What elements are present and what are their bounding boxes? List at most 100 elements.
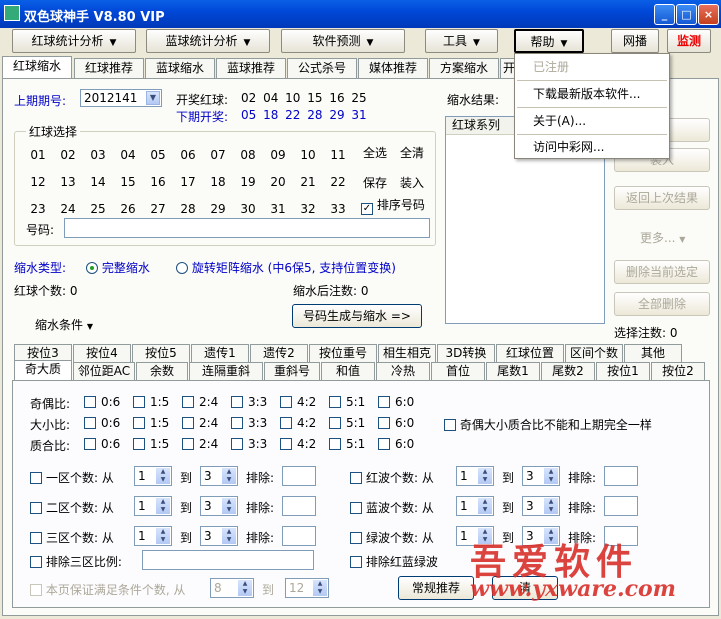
- red-number-30[interactable]: 30: [235, 202, 261, 216]
- ratio-checkbox-0-1[interactable]: 1:5: [133, 395, 169, 409]
- clear-all-button[interactable]: 全清: [400, 144, 424, 161]
- monitor-button[interactable]: 监测: [667, 29, 711, 53]
- red-number-28[interactable]: 28: [175, 202, 201, 216]
- ratio-checkbox-1-5[interactable]: 5:1: [329, 416, 365, 430]
- condition-tab-r2-4[interactable]: 重斜号: [264, 362, 320, 380]
- condition-tab-r1-4[interactable]: 遗传2: [250, 344, 308, 362]
- menu-item-about[interactable]: 关于(A)...: [516, 110, 668, 132]
- condition-tab-r1-10[interactable]: 其他: [624, 344, 682, 362]
- blue-wave-checkbox[interactable]: 蓝波个数: 从: [350, 499, 434, 516]
- red-number-03[interactable]: 03: [85, 148, 111, 162]
- red-number-12[interactable]: 12: [25, 175, 51, 189]
- ratio-checkbox-0-6[interactable]: 6:0: [378, 395, 414, 409]
- tools-menu[interactable]: 工具 ▼: [425, 29, 498, 53]
- red-number-32[interactable]: 32: [295, 202, 321, 216]
- ratio-checkbox-0-4[interactable]: 4:2: [280, 395, 316, 409]
- code-input[interactable]: [64, 218, 430, 238]
- blue-wave-exclude-input[interactable]: [604, 496, 638, 516]
- condition-tab-r2-9[interactable]: 尾数2: [541, 362, 595, 380]
- condition-tab-r1-5[interactable]: 按位重号: [309, 344, 377, 362]
- zone3-checkbox[interactable]: 三区个数: 从: [30, 529, 114, 546]
- help-menu[interactable]: 帮助 ▼: [514, 29, 584, 53]
- red-analysis-menu[interactable]: 红球统计分析 ▼: [12, 29, 136, 53]
- red-number-16[interactable]: 16: [145, 175, 171, 189]
- tab-plan-shrink[interactable]: 方案缩水: [429, 58, 499, 78]
- blue-wave-to-spinner[interactable]: 3 ▲ ▼: [522, 496, 560, 516]
- guarantee-to-spinner[interactable]: 12 ▲ ▼: [285, 578, 329, 598]
- sort-checkbox[interactable]: ✓ 排序号码: [361, 196, 425, 215]
- net-button[interactable]: 网播: [611, 29, 659, 53]
- zone2-checkbox[interactable]: 二区个数: 从: [30, 499, 114, 516]
- zone1-checkbox[interactable]: 一区个数: 从: [30, 469, 114, 486]
- close-button[interactable]: ×: [698, 4, 719, 25]
- zone1-exclude-input[interactable]: [282, 466, 316, 486]
- blue-wave-from-spinner[interactable]: 1 ▲ ▼: [456, 496, 494, 516]
- minimize-button[interactable]: _: [654, 4, 675, 25]
- red-wave-exclude-input[interactable]: [604, 466, 638, 486]
- condition-tab-r1-7[interactable]: 3D转换: [437, 344, 495, 362]
- ratio-checkbox-1-4[interactable]: 4:2: [280, 416, 316, 430]
- tab-red-shrink[interactable]: 红球缩水: [2, 56, 72, 78]
- zone3-to-spinner[interactable]: 3 ▲ ▼: [200, 526, 238, 546]
- red-number-09[interactable]: 09: [265, 148, 291, 162]
- red-number-04[interactable]: 04: [115, 148, 141, 162]
- ratio-checkbox-1-1[interactable]: 1:5: [133, 416, 169, 430]
- ratio-checkbox-1-0[interactable]: 0:6: [84, 416, 120, 430]
- rotate-shrink-radio[interactable]: 旋转矩阵缩水 (中6保5, 支持位置变换): [176, 259, 396, 276]
- blue-analysis-menu[interactable]: 蓝球统计分析 ▼: [146, 29, 270, 53]
- condition-tab-r1-2[interactable]: 按位5: [132, 344, 190, 362]
- condition-tab-r2-0[interactable]: 奇大质: [14, 360, 72, 380]
- zone3-from-spinner[interactable]: 1 ▲ ▼: [134, 526, 172, 546]
- red-number-11[interactable]: 11: [325, 148, 351, 162]
- ratio-checkbox-2-6[interactable]: 6:0: [378, 437, 414, 451]
- red-number-07[interactable]: 07: [205, 148, 231, 162]
- condition-tab-r2-10[interactable]: 按位1: [596, 362, 650, 380]
- tab-media-recommend[interactable]: 媒体推荐: [358, 58, 428, 78]
- zone3-exclude-input[interactable]: [282, 526, 316, 546]
- ratio-checkbox-1-6[interactable]: 6:0: [378, 416, 414, 430]
- red-number-21[interactable]: 21: [295, 175, 321, 189]
- red-wave-checkbox[interactable]: 红波个数: 从: [350, 469, 434, 486]
- ratio-checkbox-2-2[interactable]: 2:4: [182, 437, 218, 451]
- ratio-checkbox-2-3[interactable]: 3:3: [231, 437, 267, 451]
- red-number-01[interactable]: 01: [25, 148, 51, 162]
- tab-blue-shrink[interactable]: 蓝球缩水: [145, 58, 215, 78]
- ratio-checkbox-2-4[interactable]: 4:2: [280, 437, 316, 451]
- red-number-26[interactable]: 26: [115, 202, 141, 216]
- zone2-from-spinner[interactable]: 1 ▲ ▼: [134, 496, 172, 516]
- maximize-button[interactable]: □: [676, 4, 697, 25]
- condition-tab-r1-6[interactable]: 相生相克: [378, 344, 436, 362]
- ratio-checkbox-1-2[interactable]: 2:4: [182, 416, 218, 430]
- menu-item-registered[interactable]: 已注册: [516, 56, 668, 78]
- condition-tab-r2-5[interactable]: 和值: [321, 362, 375, 380]
- ratio-checkbox-0-3[interactable]: 3:3: [231, 395, 267, 409]
- red-number-19[interactable]: 19: [235, 175, 261, 189]
- guarantee-checkbox[interactable]: 本页保证满足条件个数, 从: [30, 581, 185, 598]
- period-select[interactable]: 2012141 ▼: [80, 89, 162, 107]
- ratio-checkbox-1-3[interactable]: 3:3: [231, 416, 267, 430]
- red-number-25[interactable]: 25: [85, 202, 111, 216]
- condition-tab-r1-3[interactable]: 遗传1: [191, 344, 249, 362]
- red-number-22[interactable]: 22: [325, 175, 351, 189]
- red-wave-from-spinner[interactable]: 1 ▲ ▼: [456, 466, 494, 486]
- red-number-02[interactable]: 02: [55, 148, 81, 162]
- zone1-from-spinner[interactable]: 1 ▲ ▼: [134, 466, 172, 486]
- generate-shrink-button[interactable]: 号码生成与缩水 =>: [292, 304, 422, 328]
- condition-tab-r2-2[interactable]: 余数: [136, 362, 188, 380]
- predict-menu[interactable]: 软件预测 ▼: [281, 29, 405, 53]
- condition-tab-r2-7[interactable]: 首位: [431, 362, 485, 380]
- red-number-29[interactable]: 29: [205, 202, 231, 216]
- condition-tab-r2-1[interactable]: 邻位距AC: [73, 362, 135, 380]
- delete-all-button[interactable]: 全部删除: [614, 292, 710, 316]
- red-wave-to-spinner[interactable]: 3 ▲ ▼: [522, 466, 560, 486]
- condition-tab-r1-9[interactable]: 区间个数: [565, 344, 623, 362]
- recommend-button[interactable]: 常规推荐: [398, 576, 474, 600]
- not-same-checkbox[interactable]: 奇偶大小质合比不能和上期完全一样: [444, 416, 652, 433]
- red-number-10[interactable]: 10: [295, 148, 321, 162]
- condition-tab-r2-6[interactable]: 冷热: [376, 362, 430, 380]
- zone1-to-spinner[interactable]: 3 ▲ ▼: [200, 466, 238, 486]
- green-wave-checkbox[interactable]: 绿波个数: 从: [350, 529, 434, 546]
- ratio-checkbox-2-5[interactable]: 5:1: [329, 437, 365, 451]
- condition-tab-r1-8[interactable]: 红球位置: [496, 344, 564, 362]
- red-number-13[interactable]: 13: [55, 175, 81, 189]
